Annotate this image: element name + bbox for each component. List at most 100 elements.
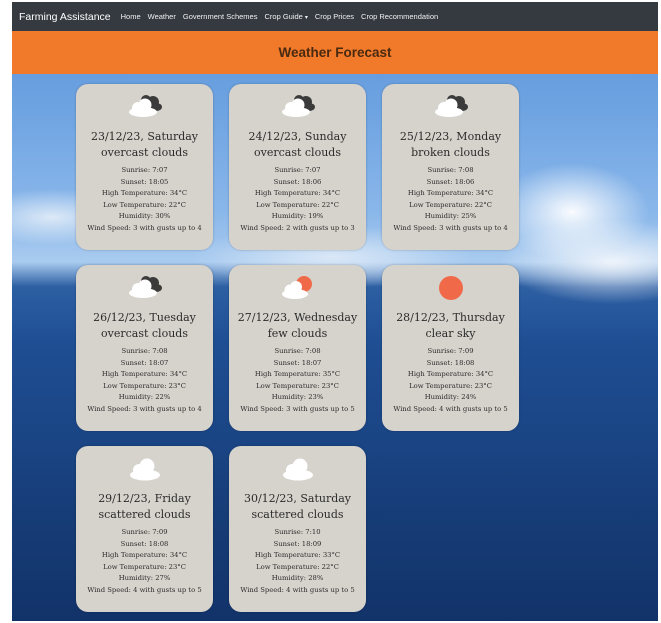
sunset-value: 18:07 [148,358,169,367]
humidity-value: 19% [308,212,324,221]
wind-label: Wind Speed: [87,585,134,594]
wind-label: Wind Speed: [240,585,287,594]
forecast-details: Sunrise: 7:07 Sunset: 18:05 High Tempera… [76,165,213,235]
low-temp-row: Low Temperature: 22°C [382,200,519,212]
page-banner: Weather Forecast [12,31,658,74]
low-temp-label: Low Temperature: [103,562,169,571]
forecast-date: 29/12/23, Friday [98,492,191,505]
forecast-card: 25/12/23, Monday broken clouds Sunrise: … [382,84,519,250]
sunset-label: Sunset: [120,539,149,548]
sunrise-value: 7:09 [152,528,168,536]
humidity-row: Humidity: 27% [76,573,213,585]
forecast-description: broken clouds [411,146,490,159]
sunset-label: Sunset: [273,539,302,548]
wind-row: Wind Speed: 4 with gusts up to 5 [382,404,519,416]
humidity-value: 28% [308,574,324,583]
high-temp-row: High Temperature: 34°C [382,188,519,200]
sunrise-row: Sunrise: 7:07 [76,165,213,177]
nav-link-government-schemes[interactable]: Government Schemes [183,12,258,21]
humidity-label: Humidity: [424,212,462,221]
sunset-value: 18:05 [148,177,169,186]
scattered-clouds-icon [76,454,213,486]
navbar-brand[interactable]: Farming Assistance [19,11,111,23]
wind-row: Wind Speed: 3 with gusts up to 4 [76,404,213,416]
low-temp-value: 22°C [321,200,339,209]
forecast-details: Sunrise: 7:07 Sunset: 18:06 High Tempera… [229,165,366,235]
forecast-date: 30/12/23, Saturday [243,492,352,505]
sunset-value: 18:08 [148,539,169,548]
wind-row: Wind Speed: 2 with gusts up to 3 [229,223,366,235]
sunset-row: Sunset: 18:05 [76,177,213,189]
humidity-row: Humidity: 30% [76,211,213,223]
humidity-label: Humidity: [271,574,309,583]
high-temp-value: 33°C [322,551,341,560]
sunset-row: Sunset: 18:07 [229,358,366,370]
low-temp-value: 22°C [168,200,186,209]
wind-row: Wind Speed: 3 with gusts up to 4 [76,223,213,235]
humidity-value: 30% [155,212,171,221]
forecast-description: few clouds [267,327,328,340]
page-title: Weather Forecast [278,45,392,60]
sunrise-label: Sunrise: [121,166,153,174]
high-temp-value: 34°C [475,370,494,379]
high-temp-row: High Temperature: 34°C [382,369,519,381]
sunrise-row: Sunrise: 7:07 [229,165,366,177]
forecast-description: clear sky [425,327,476,340]
sunrise-row: Sunrise: 7:09 [382,346,519,358]
forecast-card: 30/12/23, Saturday scattered clouds Sunr… [229,446,366,612]
nav-link-crop-prices[interactable]: Crop Prices [315,12,354,21]
forecast-card: 26/12/23, Tuesday overcast clouds Sunris… [76,265,213,431]
sunrise-row: Sunrise: 7:08 [229,346,366,358]
humidity-row: Humidity: 28% [229,573,366,585]
nav-link-home[interactable]: Home [121,12,141,21]
overcast-clouds-icon [229,92,366,124]
overcast-clouds-icon [76,92,213,124]
sunrise-label: Sunrise: [427,166,459,174]
low-temp-row: Low Temperature: 22°C [229,562,366,574]
sunset-value: 18:08 [454,358,475,367]
forecast-date: 26/12/23, Tuesday [93,311,196,324]
sunset-value: 18:07 [301,358,322,367]
sunrise-label: Sunrise: [121,347,153,355]
sunset-label: Sunset: [120,177,149,186]
nav-link-weather[interactable]: Weather [148,12,176,21]
high-temp-label: High Temperature: [254,189,323,198]
low-temp-value: 22°C [321,562,339,571]
low-temp-label: Low Temperature: [409,381,475,390]
wind-label: Wind Speed: [87,404,134,413]
high-temp-row: High Temperature: 34°C [76,550,213,562]
low-temp-label: Low Temperature: [256,200,322,209]
forecast-date: 28/12/23, Thursday [396,311,505,324]
high-temp-label: High Temperature: [254,551,323,560]
sunrise-label: Sunrise: [427,347,459,355]
humidity-label: Humidity: [118,574,156,583]
high-temp-label: High Temperature: [101,370,170,379]
sunset-row: Sunset: 18:08 [76,539,213,551]
scattered-clouds-icon [229,454,366,486]
sunset-row: Sunset: 18:07 [76,358,213,370]
low-temp-row: Low Temperature: 23°C [229,381,366,393]
high-temp-row: High Temperature: 33°C [229,550,366,562]
forecast-description: overcast clouds [101,146,188,159]
nav-link-crop-recommendation[interactable]: Crop Recommendation [361,12,438,21]
high-temp-label: High Temperature: [407,189,476,198]
high-temp-label: High Temperature: [101,189,170,198]
wind-row: Wind Speed: 3 with gusts up to 5 [229,404,366,416]
high-temp-row: High Temperature: 34°C [76,188,213,200]
forecast-details: Sunrise: 7:08 Sunset: 18:06 High Tempera… [382,165,519,235]
humidity-row: Humidity: 19% [229,211,366,223]
sunrise-value: 7:07 [305,166,321,174]
high-temp-label: High Temperature: [254,370,323,379]
sunrise-label: Sunrise: [274,528,306,536]
nav-dropdown-crop-guide[interactable]: Crop Guide ▾ [264,12,307,21]
forecast-details: Sunrise: 7:08 Sunset: 18:07 High Tempera… [229,346,366,416]
forecast-date: 27/12/23, Wednesday [237,311,358,324]
forecast-details: Sunrise: 7:09 Sunset: 18:08 High Tempera… [382,346,519,416]
wind-label: Wind Speed: [393,404,440,413]
navbar: Farming Assistance Home Weather Governme… [12,2,658,31]
sunset-label: Sunset: [426,358,455,367]
sunset-label: Sunset: [426,177,455,186]
humidity-row: Humidity: 22% [76,392,213,404]
sunrise-value: 7:08 [305,347,321,355]
sunrise-value: 7:09 [458,347,474,355]
